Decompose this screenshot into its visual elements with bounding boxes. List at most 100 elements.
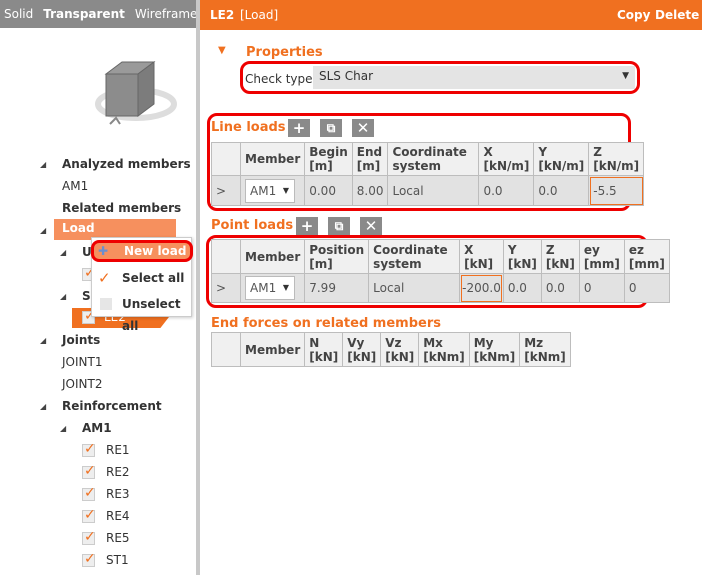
copy-icon[interactable]: ⧉	[328, 217, 350, 235]
expand-icon[interactable]: ◢	[40, 402, 46, 411]
col-y: Y [kN/m]	[533, 142, 590, 176]
cell-y[interactable]: 0.0	[502, 273, 542, 303]
view-transparent[interactable]: Transparent	[43, 7, 125, 21]
collapse-icon[interactable]: ▼	[218, 45, 226, 56]
col-end: End [m]	[351, 142, 389, 176]
col-ey: ey [mm]	[578, 239, 625, 274]
new-load-label: New load	[124, 244, 187, 258]
delete-icon[interactable]: ✕	[360, 217, 382, 235]
tree-joints[interactable]: Joints	[62, 333, 100, 347]
tree-am1[interactable]: AM1	[62, 179, 88, 193]
header-title: LE2	[210, 8, 235, 22]
view-solid[interactable]: Solid	[4, 7, 33, 21]
end-forces-table: Member N [kN] Vy [kN] Vz [kN] Mx [kNm] My [kN…	[211, 332, 571, 367]
menu-unselect-all[interactable]: Unselect all	[92, 293, 191, 333]
expand-icon[interactable]: ◢	[60, 248, 66, 257]
tree-re3[interactable]: RE3	[106, 487, 130, 501]
tree-joint2[interactable]: JOINT2	[62, 377, 102, 391]
view-mode-bar: Solid Transparent Wireframe	[0, 0, 198, 28]
col-x: X [kN]	[459, 239, 504, 274]
tree-related-members[interactable]: Related members	[62, 201, 181, 215]
col-begin: Begin [m]	[304, 142, 353, 176]
cell-end[interactable]: 8.00	[351, 175, 389, 206]
checkbox-re2[interactable]	[82, 463, 96, 479]
chevron-down-icon: ▼	[622, 71, 629, 81]
line-loads-table: Member Begin [m] End [m] Coordinate system …	[211, 142, 645, 206]
tree-st1[interactable]: ST1	[106, 553, 129, 567]
table-header: Member N [kN] Vy [kN] Vz [kN] Mx [kNm] My [kN…	[211, 332, 571, 367]
expand-icon[interactable]: ◢	[60, 424, 66, 433]
cell-begin[interactable]: 0.00	[304, 175, 353, 206]
check-icon: ✓	[98, 269, 111, 287]
menu-new-load[interactable]: ✚ New load	[91, 240, 193, 262]
header-subtitle: [Load]	[240, 8, 279, 22]
cell-cs[interactable]: Local	[387, 175, 480, 206]
col-z: Z [kN]	[540, 239, 580, 274]
table-header: Member Begin [m] End [m] Coordinate system …	[211, 142, 645, 176]
detail-header: LE2 [Load] Copy Delete	[200, 0, 702, 30]
checkbox-re3[interactable]	[82, 485, 96, 501]
checkbox-re5[interactable]	[82, 529, 96, 545]
add-icon[interactable]: +	[288, 119, 310, 137]
row-expand-icon[interactable]: >	[211, 273, 241, 303]
add-icon[interactable]: +	[296, 217, 318, 235]
end-forces-title: End forces on related members	[211, 316, 441, 331]
cell-ez[interactable]: 0	[623, 273, 670, 303]
cell-position[interactable]: 7.99	[304, 273, 370, 303]
cell-x[interactable]: 0.0	[478, 175, 535, 206]
expand-icon[interactable]: ◢	[60, 292, 66, 301]
row-expand-icon[interactable]: >	[211, 175, 241, 206]
member-select[interactable]: AM1 ▼	[245, 178, 295, 203]
copy-button[interactable]: Copy	[617, 8, 650, 22]
menu-select-all[interactable]: ✓ Select all	[92, 267, 191, 289]
tree-analyzed-members[interactable]: Analyzed members	[62, 157, 191, 171]
tree-re4[interactable]: RE4	[106, 509, 130, 523]
tree-re1[interactable]: RE1	[106, 443, 130, 457]
left-panel: Solid Transparent Wireframe ◢ Analyzed m…	[0, 0, 198, 575]
copy-icon[interactable]: ⧉	[320, 119, 342, 137]
col-n: N [kN]	[304, 332, 344, 367]
col-y: Y [kN]	[502, 239, 542, 274]
col-position: Position [m]	[304, 239, 370, 274]
view-wireframe[interactable]: Wireframe	[135, 7, 198, 21]
member-select[interactable]: AM1 ▼	[245, 276, 295, 300]
delete-icon[interactable]: ✕	[352, 119, 374, 137]
table-row[interactable]: > AM1 ▼ 0.00 8.00 Local 0.0 0.0 -5.5	[211, 175, 645, 206]
tree-re5[interactable]: RE5	[106, 531, 130, 545]
point-loads-table: Member Position [m] Coordinate system X [kN…	[211, 239, 670, 303]
check-type-value: SLS Char	[319, 69, 374, 83]
col-cs: Coordinate system	[368, 239, 461, 274]
tree-re-am1[interactable]: AM1	[82, 421, 112, 435]
cell-z[interactable]: -5.5	[588, 175, 645, 206]
panel-splitter[interactable]	[196, 0, 200, 575]
unchecked-icon	[100, 298, 112, 310]
table-row[interactable]: > AM1 ▼ 7.99 Local -200.0 0.0 0.0 0 0	[211, 273, 670, 303]
expand-icon[interactable]: ◢	[40, 336, 46, 345]
tree-joint1[interactable]: JOINT1	[62, 355, 102, 369]
check-type-select[interactable]: SLS Char ▼	[313, 66, 635, 89]
cell-x[interactable]: -200.0	[459, 273, 504, 303]
cell-z[interactable]: 0.0	[540, 273, 580, 303]
table-header: Member Position [m] Coordinate system X [kN…	[211, 239, 670, 274]
cell-y[interactable]: 0.0	[533, 175, 590, 206]
expand-icon[interactable]: ◢	[40, 226, 46, 235]
checkbox-st1[interactable]	[82, 551, 96, 567]
col-my: My [kNm]	[468, 332, 521, 367]
checkbox-re4[interactable]	[82, 507, 96, 523]
col-vz: Vz [kN]	[380, 332, 420, 367]
tree-re2[interactable]: RE2	[106, 465, 130, 479]
cell-ey[interactable]: 0	[578, 273, 625, 303]
col-z: Z [kN/m]	[588, 142, 645, 176]
select-all-label: Select all	[122, 271, 185, 285]
expand-icon[interactable]: ◢	[40, 160, 46, 169]
properties-title: Properties	[246, 45, 323, 60]
col-ez: ez [mm]	[623, 239, 670, 274]
tree-reinforcement[interactable]: Reinforcement	[62, 399, 162, 413]
col-vy: Vy [kN]	[342, 332, 382, 367]
view-cube-icon[interactable]	[92, 58, 182, 130]
point-loads-title: Point loads	[211, 218, 294, 233]
checkbox-re1[interactable]	[82, 441, 96, 457]
col-mx: Mx [kNm]	[418, 332, 470, 367]
cell-cs[interactable]: Local	[368, 273, 461, 303]
delete-button[interactable]: Delete	[655, 8, 699, 22]
